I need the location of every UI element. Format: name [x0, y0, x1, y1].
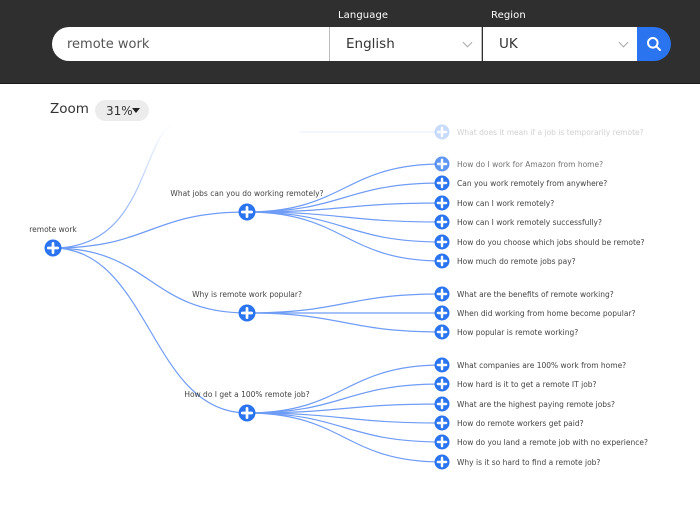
leaf-node-expand-button[interactable]: [434, 357, 450, 373]
chevron-down-icon: [618, 37, 629, 48]
leaf-node-label: How much do remote jobs pay?: [457, 257, 576, 266]
leaf-node-expand-button[interactable]: [434, 156, 450, 172]
branch-node-expand-button[interactable]: [238, 304, 256, 322]
branch-node-label: How do I get a 100% remote job?: [184, 390, 309, 399]
tree-link-branch-leaf: [246, 312, 443, 333]
leaf-node-expand-button[interactable]: [434, 415, 450, 431]
leaf-node-label: How do you choose which jobs should be r…: [457, 238, 645, 247]
leaf-node-expand-button[interactable]: [434, 286, 450, 302]
leaf-node-label: Why is it so hard to find a remote job?: [457, 458, 600, 467]
leaf-node-label: How do remote workers get paid?: [457, 419, 584, 428]
region-select[interactable]: UK: [483, 27, 637, 61]
leaf-node-label: Can you work remotely from anywhere?: [457, 179, 607, 188]
leaf-node-label: What are the highest paying remote jobs?: [457, 400, 615, 409]
leaf-node-expand-button[interactable]: [434, 195, 450, 211]
tree-link-root-branch: [52, 211, 248, 249]
language-select[interactable]: English: [330, 27, 482, 61]
chevron-down-icon: [462, 37, 473, 48]
region-label: Region: [491, 10, 526, 21]
tree-link-branch-leaf: [246, 211, 443, 262]
leaf-node-label: When did working from home become popula…: [457, 309, 636, 318]
branch-node-label: What jobs can you do working remotely?: [170, 189, 323, 198]
top-search-bar: Language Region English UK: [0, 0, 700, 84]
search-input[interactable]: [52, 27, 330, 61]
leaf-node-expand-button[interactable]: [434, 396, 450, 412]
leaf-node-expand-button[interactable]: [434, 124, 450, 140]
leaf-node-label: What does it mean if a job is temporaril…: [457, 128, 644, 137]
leaf-node-label: How do I work for Amazon from home?: [457, 160, 603, 169]
root-node-label: remote work: [29, 225, 77, 234]
branch-node-expand-button[interactable]: [238, 203, 256, 221]
leaf-node-label: How can I work remotely successfully?: [457, 218, 602, 227]
tree-link-branch-leaf: [246, 364, 443, 414]
leaf-node-expand-button[interactable]: [434, 253, 450, 269]
leaf-node-expand-button[interactable]: [434, 214, 450, 230]
language-label: Language: [338, 10, 389, 21]
leaf-node-expand-button[interactable]: [434, 454, 450, 470]
leaf-node-expand-button[interactable]: [434, 234, 450, 250]
leaf-node-expand-button[interactable]: [434, 305, 450, 321]
tree-link-root-branch: [52, 247, 248, 314]
leaf-node-expand-button[interactable]: [434, 376, 450, 392]
leaf-node-label: What are the benefits of remote working?: [457, 290, 614, 299]
tree-link-branch-leaf: [246, 163, 443, 213]
question-tree: remote work What does it mean if a job is…: [29, 121, 648, 470]
leaf-node-label: How can I work remotely?: [457, 199, 554, 208]
leaf-node-expand-button[interactable]: [434, 175, 450, 191]
leaf-node-label: How popular is remote working?: [457, 328, 578, 337]
branch-node-expand-button[interactable]: [238, 404, 256, 422]
leaf-node-expand-button[interactable]: [434, 324, 450, 340]
leaf-node-label: What companies are 100% work from home?: [457, 361, 626, 370]
branch-node-label: Why is remote work popular?: [192, 290, 302, 299]
tree-link-root-branch: [52, 247, 248, 414]
language-value: English: [346, 36, 395, 52]
leaf-node-label: How hard is it to get a remote IT job?: [457, 380, 597, 389]
leaf-node-expand-button[interactable]: [434, 434, 450, 450]
search-icon: [647, 37, 661, 51]
leaf-node-label: How do you land a remote job with no exp…: [457, 438, 648, 447]
root-node-expand-button[interactable]: [44, 239, 62, 257]
tree-link-branch-leaf: [246, 412, 443, 463]
region-value: UK: [499, 36, 518, 52]
search-button[interactable]: [637, 27, 671, 61]
